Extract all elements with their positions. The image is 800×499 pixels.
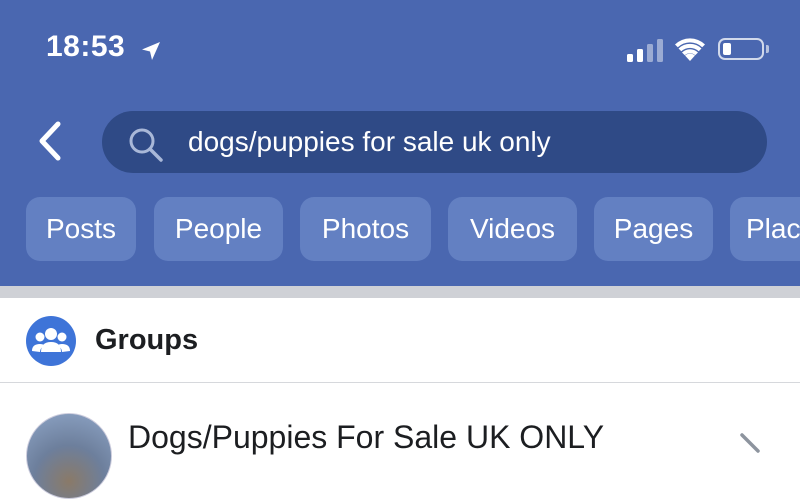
chip-photos[interactable]: Photos (300, 197, 431, 261)
chip-places[interactable]: Plac (730, 197, 800, 261)
group-avatar (26, 413, 112, 499)
groups-section-header: Groups (0, 298, 800, 382)
search-query[interactable]: dogs/puppies for sale uk only (188, 126, 551, 158)
chip-pages[interactable]: Pages (594, 197, 713, 261)
section-divider (0, 286, 800, 298)
battery-tip (766, 45, 769, 53)
chip-videos[interactable]: Videos (448, 197, 577, 261)
group-result-row[interactable]: Dogs/Puppies For Sale UK ONLY (0, 383, 800, 499)
group-title: Dogs/Puppies For Sale UK ONLY (128, 419, 605, 455)
app-header: 18:53 dogs/puppies for sale uk only Post… (0, 0, 800, 286)
chip-posts[interactable]: Posts (26, 197, 136, 261)
section-title: Groups (95, 324, 199, 356)
battery-icon (718, 38, 764, 60)
status-time: 18:53 (46, 30, 126, 63)
chip-people[interactable]: People (154, 197, 283, 261)
chevron-left-icon (39, 121, 61, 161)
chevron-right-icon (740, 433, 760, 453)
groups-icon (26, 316, 76, 366)
search-icon (129, 128, 163, 162)
cellular-signal-icon (627, 38, 663, 62)
battery-level (723, 43, 731, 55)
search-input[interactable]: dogs/puppies for sale uk only (102, 111, 767, 173)
wifi-icon (675, 38, 705, 61)
filter-chips: Posts People Photos Videos Pages Plac (26, 197, 800, 261)
back-button[interactable] (32, 118, 72, 164)
location-arrow-icon (142, 42, 160, 60)
